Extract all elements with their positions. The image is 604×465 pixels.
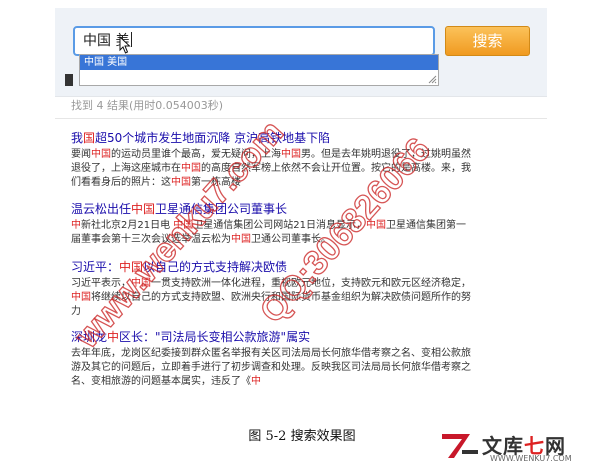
search-result: 深圳龙中区长："司法局长变相公款旅游"属实 去年年底，龙岗区纪委接到群众匿名举报… xyxy=(71,329,471,389)
result-snippet: 要闻中国的运动员里谁个最高，爱无疑问，上海中国男。但是去年姚明退役了，过姚明虽然… xyxy=(71,149,471,188)
resize-grip-icon[interactable] xyxy=(428,75,437,84)
search-area: 中国 美 搜索 中国 美国 xyxy=(55,8,547,97)
logo-mark-icon xyxy=(442,434,478,458)
result-title-link[interactable]: 温云松出任中国卫星通信集团公司董事长 xyxy=(71,201,471,217)
result-title-link[interactable]: 我国超50个城市发生地面沉降 京沪高铁地基下陷 xyxy=(71,130,471,146)
result-snippet: 中新社北京2月21日电 中国卫星通信集团公司网站21日消息显示，中国卫星通信集团… xyxy=(71,220,466,245)
autocomplete-dropdown: 中国 美国 xyxy=(79,54,439,86)
result-title-link[interactable]: 深圳龙中区长："司法局长变相公款旅游"属实 xyxy=(71,329,471,345)
result-title-link[interactable]: 习近平：中国以自己的方式支持解决欧债 xyxy=(71,259,471,275)
search-result: 习近平：中国以自己的方式支持解决欧债 习近平表示，中国一贯支持欧洲一体化进程，重… xyxy=(71,259,471,319)
result-count: 找到 4 结果(用时0.054003秒) xyxy=(71,99,224,112)
site-logo-url: WWW.WENKU7.COM xyxy=(490,454,572,463)
search-button[interactable]: 搜索 xyxy=(445,26,530,56)
divider xyxy=(55,118,547,119)
search-result: 我国超50个城市发生地面沉降 京沪高铁地基下陷 要闻中国的运动员里谁个最高，爱无… xyxy=(71,130,471,190)
mouse-cursor-icon xyxy=(119,36,131,54)
text-caret xyxy=(131,32,133,47)
result-snippet: 去年年底，龙岗区纪委接到群众匿名举报有关区司法局局长何旅华借考察之名、变相公款旅… xyxy=(71,348,471,387)
site-logo: 文库七网 WWW.WENKU7.COM xyxy=(440,430,604,465)
screenshot-frame: 中国 美 搜索 中国 美国 找到 4 结果(用时0.054003秒) 我国超50… xyxy=(55,8,547,408)
autocomplete-item[interactable]: 中国 美国 xyxy=(80,55,438,70)
result-snippet: 习近平表示，中国一贯支持欧洲一体化进程，重视欧元地位，支持欧元和欧元区经济稳定，… xyxy=(71,278,471,317)
search-result: 温云松出任中国卫星通信集团公司董事长 中新社北京2月21日电 中国卫星通信集团公… xyxy=(71,201,471,247)
partial-glyph xyxy=(65,74,73,86)
